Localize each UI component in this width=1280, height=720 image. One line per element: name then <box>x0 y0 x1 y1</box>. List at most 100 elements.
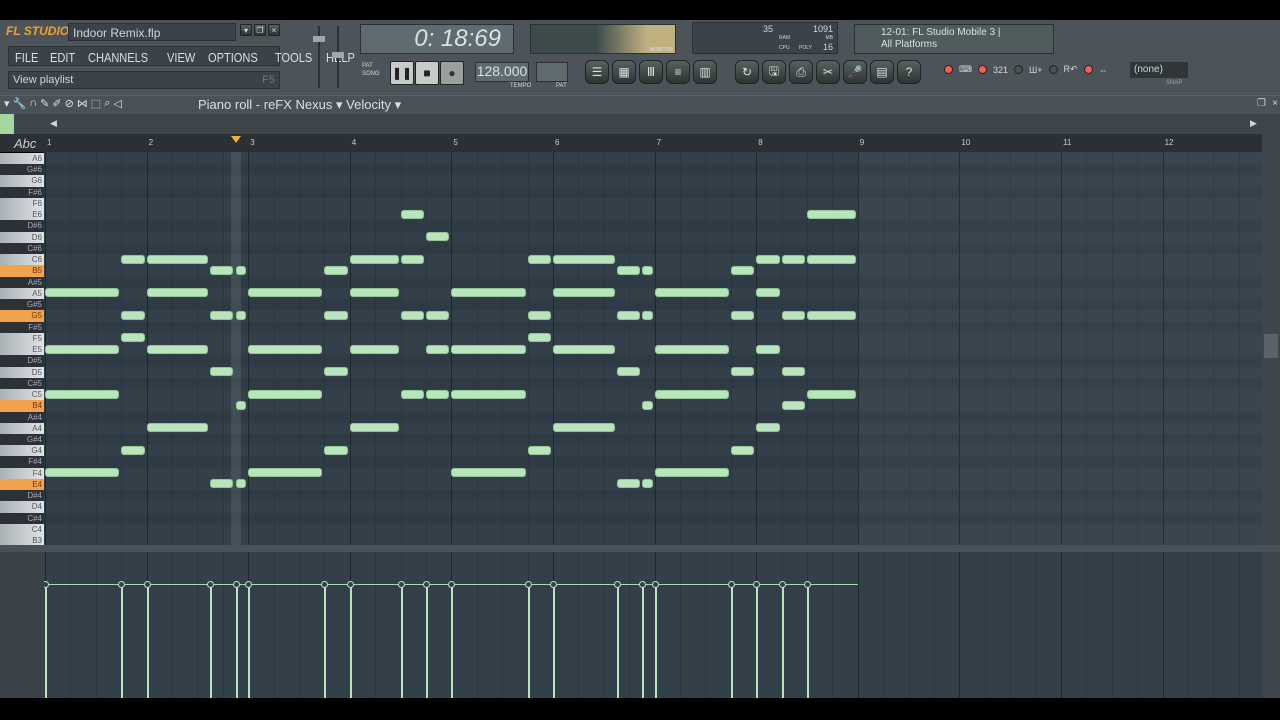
minimize-button[interactable]: ▾ <box>240 24 252 36</box>
note-a4[interactable] <box>756 423 780 433</box>
note-c6[interactable] <box>146 254 209 264</box>
note-e6[interactable] <box>400 209 424 219</box>
close-piano-roll-icon[interactable]: × <box>1272 98 1278 109</box>
note-d6[interactable] <box>426 232 450 242</box>
note-a5[interactable] <box>756 288 780 298</box>
options-menu-icon[interactable]: ▾ <box>4 97 10 110</box>
step-edit-led[interactable] <box>1014 65 1024 74</box>
slider-handle[interactable] <box>313 36 325 42</box>
note-c6[interactable] <box>349 254 399 264</box>
slice-icon[interactable]: ⋈ <box>77 97 88 110</box>
piano-key-g4[interactable]: G4 <box>0 445 44 457</box>
scroll-thumb[interactable] <box>1264 334 1278 358</box>
note-grid[interactable] <box>44 152 1262 545</box>
velocity-bar[interactable] <box>641 584 644 698</box>
note-e6[interactable] <box>807 209 856 219</box>
note-c6[interactable] <box>807 254 856 264</box>
menu-tools[interactable]: TOOLS <box>275 50 312 65</box>
note-g5[interactable] <box>426 310 450 320</box>
velocity-handle[interactable] <box>651 581 659 589</box>
velocity-bar[interactable] <box>45 584 47 698</box>
note-g5[interactable] <box>121 310 145 320</box>
save-icon[interactable]: 🖫 <box>762 60 786 84</box>
note-c5[interactable] <box>451 389 526 399</box>
velocity-bar[interactable] <box>654 584 657 698</box>
velocity-bar[interactable] <box>553 584 555 698</box>
note-a5[interactable] <box>654 288 729 298</box>
velocity-panel[interactable] <box>44 552 1262 698</box>
velocity-handle[interactable] <box>778 581 786 589</box>
record-audio-icon[interactable]: 🎤 <box>843 60 867 84</box>
velocity-bar[interactable] <box>121 584 124 698</box>
velocity-handle[interactable] <box>524 581 532 589</box>
note-g5[interactable] <box>730 310 755 320</box>
zoom-icon[interactable]: ⌕ <box>104 97 110 110</box>
note-c6[interactable] <box>756 254 780 264</box>
master-pitch-slider[interactable] <box>332 26 344 88</box>
piano-key-asharp4[interactable]: A#4 <box>0 411 44 423</box>
velocity-handle[interactable] <box>321 581 329 589</box>
note-b5[interactable] <box>235 265 247 275</box>
note-a4[interactable] <box>349 423 399 433</box>
velocity-handle[interactable] <box>448 581 456 589</box>
note-d5[interactable] <box>324 367 348 377</box>
note-d5[interactable] <box>210 367 234 377</box>
piano-key-dsharp5[interactable]: D#5 <box>0 355 44 367</box>
velocity-bar[interactable] <box>616 584 619 698</box>
piano-key-a6[interactable]: A6 <box>0 153 44 165</box>
velocity-handle[interactable] <box>804 581 811 589</box>
piano-key-gsharp5[interactable]: G#5 <box>0 299 44 311</box>
note-c6[interactable] <box>121 254 145 264</box>
bar-number[interactable]: 11 <box>1063 138 1071 147</box>
note-g5[interactable] <box>400 310 424 320</box>
piano-key-c6[interactable]: C6 <box>0 254 44 266</box>
note-b4[interactable] <box>235 400 247 410</box>
note-e4[interactable] <box>210 479 234 489</box>
link-led[interactable] <box>1083 65 1093 74</box>
piano-key-dsharp6[interactable]: D#6 <box>0 220 44 232</box>
note-g5[interactable] <box>807 310 856 320</box>
bar-number[interactable]: 4 <box>352 138 356 147</box>
note-g5[interactable] <box>324 310 348 320</box>
playhead-marker[interactable] <box>230 136 241 143</box>
note-e5[interactable] <box>45 344 120 354</box>
time-display[interactable]: 0: 18:69 <box>360 24 514 54</box>
step-sequencer-icon[interactable]: ▦ <box>612 60 636 84</box>
velocity-bar[interactable] <box>807 584 809 698</box>
note-b5[interactable] <box>730 265 755 275</box>
velocity-bar[interactable] <box>248 584 251 698</box>
help-icon[interactable]: ? <box>897 60 921 84</box>
brush-icon[interactable]: ✐ <box>52 97 61 110</box>
note-a5[interactable] <box>248 288 323 298</box>
piano-key-c4[interactable]: C4 <box>0 523 44 536</box>
note-c5[interactable] <box>45 389 120 399</box>
piano-key-b5[interactable]: B5 <box>0 265 44 277</box>
mute-icon[interactable]: ⊘ <box>65 97 74 110</box>
record-icon[interactable]: ● <box>440 61 464 85</box>
overdub-led[interactable] <box>1048 65 1058 74</box>
piano-key-asharp5[interactable]: A#5 <box>0 276 44 288</box>
select-icon[interactable]: ⬚ <box>91 97 101 110</box>
velocity-bar[interactable] <box>730 584 733 698</box>
note-g5[interactable] <box>235 310 247 320</box>
note-c6[interactable] <box>781 254 805 264</box>
master-volume-slider[interactable] <box>313 26 325 88</box>
note-e5[interactable] <box>349 344 399 354</box>
note-e5[interactable] <box>426 344 450 354</box>
note-b5[interactable] <box>616 265 640 275</box>
horizontal-scrollbar[interactable]: ◀ ▶ <box>0 114 1280 134</box>
key-labels-toggle[interactable]: Abc <box>14 136 36 151</box>
piano-key-g6[interactable]: G6 <box>0 175 44 187</box>
detach-icon[interactable]: ❐ <box>1257 98 1266 109</box>
tempo-display[interactable]: 128.000 <box>475 62 529 82</box>
velocity-bar[interactable] <box>146 584 149 698</box>
velocity-handle[interactable] <box>346 581 354 589</box>
event-target[interactable]: Velocity <box>346 97 391 112</box>
stop-icon[interactable]: ■ <box>415 61 439 85</box>
typing-keyboard-led[interactable] <box>944 65 953 74</box>
velocity-bar[interactable] <box>781 584 784 698</box>
note-g4[interactable] <box>730 445 755 455</box>
project-info-icon[interactable]: ▤ <box>870 60 894 84</box>
note-b5[interactable] <box>210 265 234 275</box>
note-b5[interactable] <box>324 265 348 275</box>
